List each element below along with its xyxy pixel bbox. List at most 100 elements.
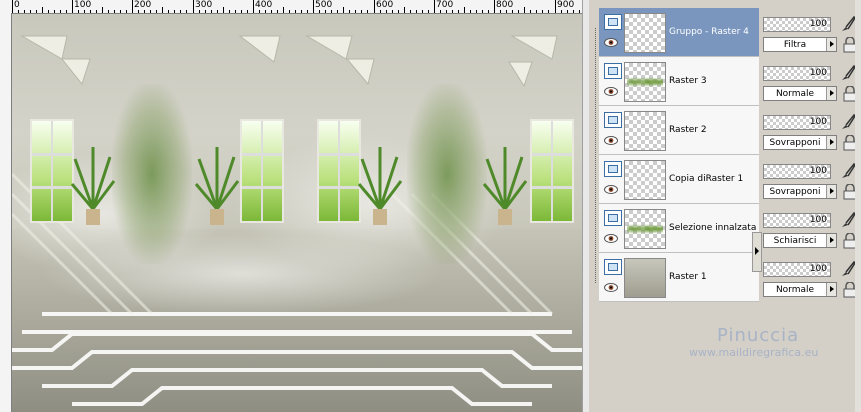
layer-icon[interactable] <box>604 161 622 177</box>
ruler-minor-tick <box>548 10 549 13</box>
layer-icon[interactable] <box>604 259 622 275</box>
ruler-tick <box>555 0 556 13</box>
layer-row[interactable]: Copia diRaster 1 <box>599 155 759 204</box>
ruler-top: 0 100 200 300 400 500 600 700 800 900 <box>0 0 582 14</box>
ruler-minor-tick <box>470 10 471 13</box>
ruler-minor-tick <box>476 10 477 13</box>
blend-mode-select[interactable]: Sovrapponi <box>763 184 837 199</box>
layer-thumbnail[interactable] <box>624 13 666 53</box>
blend-mode-select[interactable]: Normale <box>763 282 837 297</box>
ruler-minor-tick <box>126 10 127 13</box>
ruler-minor-tick <box>386 10 387 13</box>
opacity-slider[interactable]: 100 <box>763 17 831 32</box>
ruler-minor-tick <box>18 10 19 13</box>
layer-row[interactable]: Raster 2 <box>599 106 759 155</box>
ruler-minor-tick <box>289 10 290 13</box>
opacity-slider[interactable]: 100 <box>763 66 831 81</box>
layer-name[interactable]: Gruppo - Raster 4 <box>669 27 749 37</box>
ruler-tick <box>253 0 254 13</box>
layer-icon[interactable] <box>604 112 622 128</box>
layer-name[interactable]: Raster 2 <box>669 125 707 135</box>
eye-icon[interactable] <box>604 38 618 47</box>
ruler-tick-label: 300 <box>195 0 213 10</box>
ruler-minor-tick <box>542 10 543 13</box>
blend-mode-select[interactable]: Sovrapponi <box>763 135 837 150</box>
chevron-right-icon[interactable] <box>826 283 836 296</box>
ruler-minor-tick <box>162 7 163 13</box>
ruler-tick-label: 400 <box>255 0 273 10</box>
layer-name[interactable]: Copia diRaster 1 <box>669 174 743 184</box>
layer-row[interactable]: Gruppo - Raster 4 <box>599 8 759 57</box>
ruler-minor-tick <box>205 10 206 13</box>
eye-icon[interactable] <box>604 234 618 243</box>
ruler-tick-label: 0 <box>14 0 20 10</box>
chevron-right-icon[interactable] <box>826 136 836 149</box>
brush-icon[interactable] <box>840 162 856 180</box>
layer-row[interactable]: Selezione innalzata <box>599 204 759 253</box>
image-canvas[interactable] <box>12 14 582 412</box>
eye-icon[interactable] <box>604 185 618 194</box>
palette-splitter[interactable] <box>752 232 762 272</box>
blend-mode-select[interactable]: Schiarisci <box>763 233 837 248</box>
layer-row[interactable]: Raster 3 <box>599 57 759 106</box>
layer-thumbnail[interactable] <box>624 160 666 200</box>
palette-scrollbar[interactable] <box>855 0 861 412</box>
opacity-slider[interactable]: 100 <box>763 262 831 277</box>
window <box>30 119 74 223</box>
ruler-minor-tick <box>60 10 61 13</box>
brush-icon[interactable] <box>840 15 856 33</box>
chevron-right-icon[interactable] <box>826 185 836 198</box>
layer-icon[interactable] <box>604 63 622 79</box>
ruler-minor-tick <box>48 10 49 13</box>
layer-thumbnail[interactable] <box>624 62 666 102</box>
layer-name[interactable]: Raster 3 <box>669 76 707 86</box>
palm-plant <box>70 147 116 225</box>
ruler-minor-tick <box>512 10 513 13</box>
layer-thumbnail[interactable] <box>624 111 666 151</box>
brush-icon[interactable] <box>840 113 856 131</box>
blend-mode-select[interactable]: Normale <box>763 86 837 101</box>
ruler-minor-tick <box>84 10 85 13</box>
ruler-minor-tick <box>500 10 501 13</box>
layer-icon[interactable] <box>604 14 622 30</box>
ruler-tick <box>313 0 314 13</box>
ruler-minor-tick <box>301 10 302 13</box>
eye-icon[interactable] <box>604 136 618 145</box>
ruler-minor-tick <box>241 10 242 13</box>
opacity-slider[interactable]: 100 <box>763 164 831 179</box>
blend-mode-select[interactable]: Filtra <box>763 37 837 52</box>
ruler-minor-tick <box>380 10 381 13</box>
opacity-value: 100 <box>809 264 827 274</box>
chevron-right-icon[interactable] <box>826 38 836 51</box>
brush-icon[interactable] <box>840 260 856 278</box>
layer-properties: 100 Normale <box>763 258 859 306</box>
ruler-minor-tick <box>24 10 25 13</box>
ruler-minor-tick <box>518 10 519 13</box>
layer-name[interactable]: Raster 1 <box>669 272 707 282</box>
ruler-minor-tick <box>223 7 224 13</box>
palm-plant <box>482 147 528 225</box>
ruler-minor-tick <box>567 10 568 13</box>
ruler-minor-tick <box>416 10 417 13</box>
opacity-slider[interactable]: 100 <box>763 115 831 130</box>
opacity-slider[interactable]: 100 <box>763 213 831 228</box>
brush-icon[interactable] <box>840 64 856 82</box>
ruler-tick <box>12 0 13 13</box>
eye-icon[interactable] <box>604 283 618 292</box>
layer-properties: 100 Normale <box>763 62 859 110</box>
layer-icon[interactable] <box>604 210 622 226</box>
eye-icon[interactable] <box>604 87 618 96</box>
chevron-right-icon[interactable] <box>826 87 836 100</box>
blend-mode-value: Normale <box>775 89 815 99</box>
layer-name[interactable]: Selezione innalzata <box>669 223 756 233</box>
chevron-right-icon[interactable] <box>826 234 836 247</box>
ruler-minor-tick <box>180 10 181 13</box>
layer-thumbnail[interactable] <box>624 209 666 249</box>
layer-thumbnail[interactable] <box>624 258 666 298</box>
layer-properties: 100 Sovrapponi <box>763 160 859 208</box>
canvas-scrollbar[interactable] <box>582 0 589 412</box>
ruler-minor-tick <box>404 7 405 13</box>
brush-icon[interactable] <box>840 211 856 229</box>
layer-row[interactable]: Raster 1 <box>599 253 759 302</box>
ruler-minor-tick <box>392 10 393 13</box>
